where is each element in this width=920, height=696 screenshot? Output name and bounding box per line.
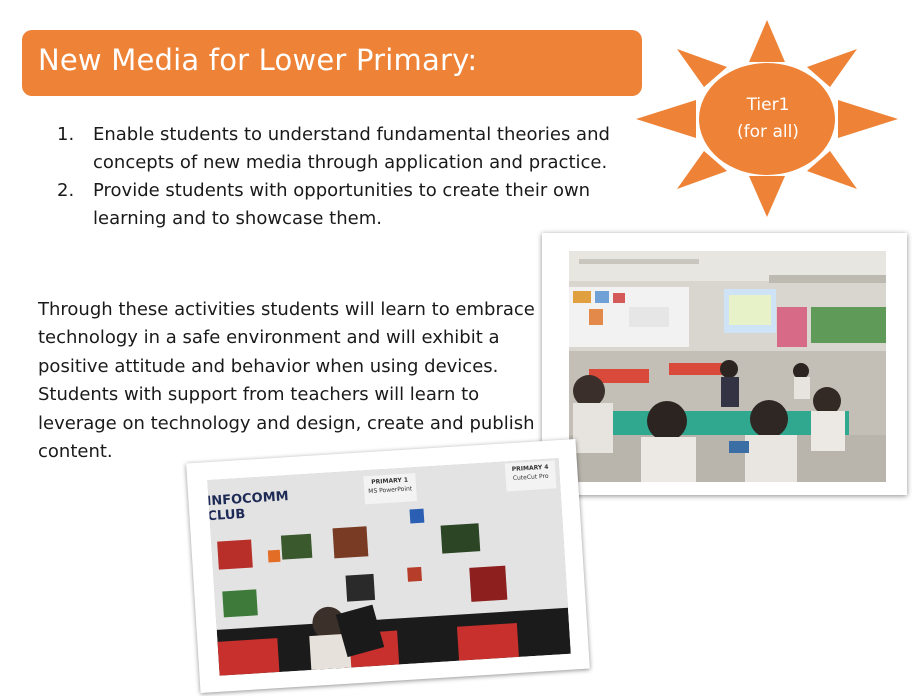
goal-item: 1. Enable students to understand fundame… (55, 121, 615, 177)
title-bar: New Media for Lower Primary: (22, 30, 642, 96)
card-primary1-subtitle: MS PowerPoint (368, 485, 413, 496)
slide-title: New Media for Lower Primary: (38, 43, 478, 77)
card-primary4-subtitle: CuteCut Pro (512, 472, 549, 482)
goals-list: 1. Enable students to understand fundame… (55, 121, 615, 233)
tier-badge-line1: Tier1 (746, 95, 790, 115)
classroom-photo-image (569, 251, 886, 482)
tier-badge-label: Tier1 (for all) (718, 92, 818, 146)
goal-text: Enable students to understand fundamenta… (93, 124, 610, 173)
goal-item: 2. Provide students with opportunities t… (55, 177, 615, 233)
tier-badge-line2: (for all) (737, 122, 799, 142)
card-primary1: PRIMARY 1 MS PowerPoint (363, 473, 417, 505)
goal-text: Provide students with opportunities to c… (93, 180, 591, 229)
summary-paragraph: Through these activities students will l… (38, 299, 535, 463)
bulletin-board-photo: INFOCOMM CLUB PRIMARY 1 MS PowerPoint PR… (186, 438, 590, 694)
goal-number: 2. (57, 180, 75, 201)
goal-number: 1. (57, 124, 75, 145)
classroom-photo (542, 233, 907, 495)
card-primary4: PRIMARY 4 CuteCut Pro (504, 460, 557, 492)
club-sign: INFOCOMM CLUB (207, 489, 290, 525)
